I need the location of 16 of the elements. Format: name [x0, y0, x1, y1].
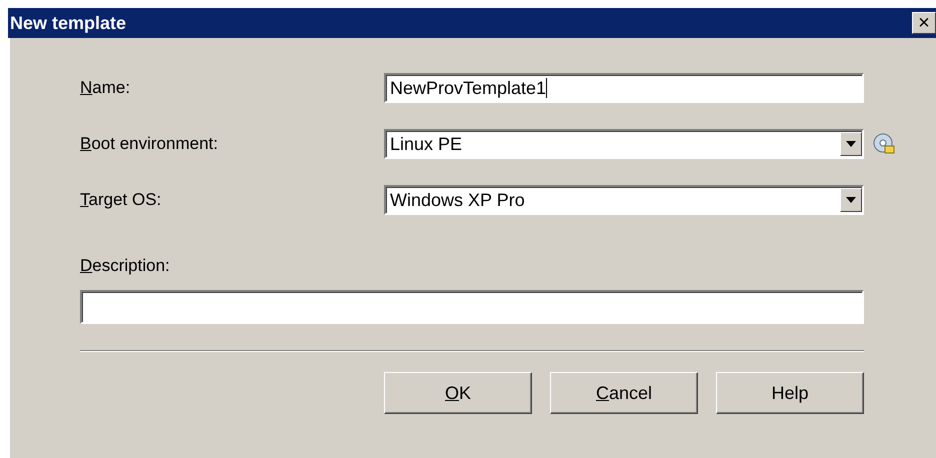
field-label: Name:	[80, 78, 132, 98]
window-title: New template	[10, 12, 126, 34]
caret-icon	[846, 197, 856, 203]
dialog-button[interactable]: OK	[384, 372, 532, 414]
close-button[interactable]: ×	[912, 12, 936, 34]
caret-icon	[846, 141, 856, 147]
field-label: Boot environment:	[80, 134, 219, 154]
disc-icon[interactable]	[872, 132, 896, 156]
field-label: Description:	[80, 256, 171, 276]
dialog-button[interactable]: Cancel	[550, 372, 698, 414]
dropdown-field[interactable]: Windows XP Pro	[384, 185, 864, 215]
dropdown-field[interactable]: Linux PE	[384, 129, 864, 159]
input-field[interactable]	[80, 290, 864, 324]
dialog-button[interactable]: Help	[716, 372, 864, 414]
input-field[interactable]: NewProvTemplate1	[384, 73, 864, 103]
field-label: Target OS:	[80, 190, 162, 210]
